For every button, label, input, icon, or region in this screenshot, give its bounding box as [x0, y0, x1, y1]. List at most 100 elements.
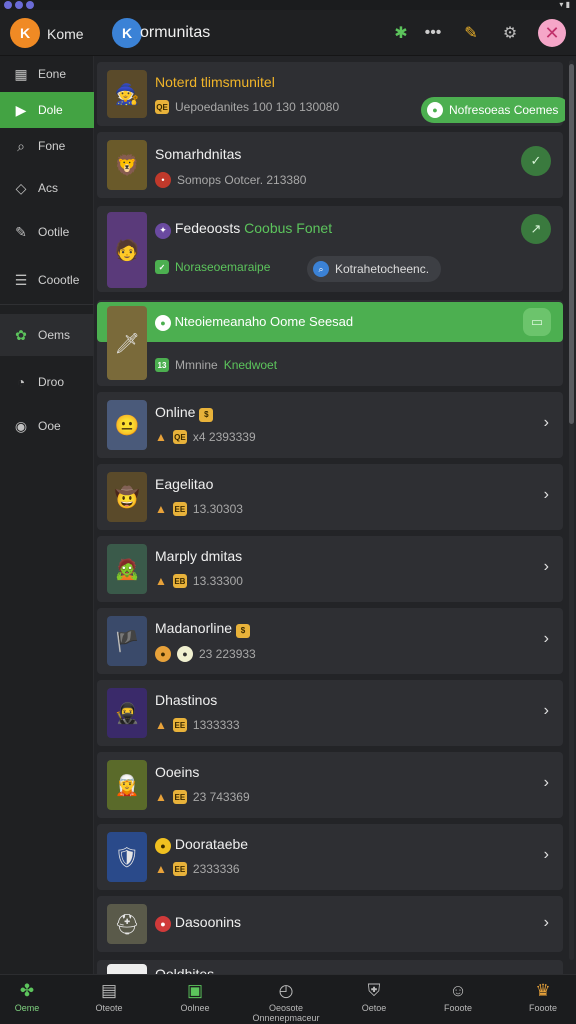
nav-item-home[interactable]: ✤ Oeme [0, 981, 62, 1013]
game-meta-text: 23 743369 [192, 790, 250, 804]
alert-icon: ● [155, 916, 171, 932]
game-meta: ▲ EE 13.30303 [155, 502, 243, 516]
sidebar-item-coootle[interactable]: ☰ Coootle [0, 262, 94, 298]
tag-green: Noraseoemaraipe [175, 260, 271, 274]
nav-item-shield[interactable]: ⛨ Oetoe [339, 981, 409, 1013]
chevron-right-icon[interactable]: › [544, 630, 549, 648]
chat-icon[interactable]: ▭ [523, 308, 551, 336]
game-badge: EE [172, 862, 187, 876]
home-label[interactable]: Kome [47, 26, 84, 42]
status-indicators [4, 1, 34, 9]
featured-card-2[interactable]: 🦁 Somarhdnitas • Somops Ootcer. 213380 ✓ [97, 132, 563, 198]
magic-icon: ✦ [155, 222, 171, 239]
chevron-right-icon[interactable]: › [544, 846, 549, 864]
home-logo-icon[interactable]: K [10, 18, 40, 48]
nav-item-trophy[interactable]: ♛ Fooote [508, 981, 576, 1013]
game-meta-text: 23 223933 [199, 647, 256, 661]
game-meta-text: 1333333 [192, 718, 240, 732]
sidebar-item-label: Acs [38, 181, 59, 195]
sidebar-item-dole[interactable]: ▶ Dole [0, 92, 94, 128]
bottom-nav: ✤ Oeme ▤ Oteote ▣ Oolnee ◴ Oeosote Onnenepma… [0, 974, 576, 1024]
game-badge: EE [172, 502, 187, 516]
sidebar-item-droo[interactable]: ◔ Droo [0, 364, 94, 400]
sidebar-item-label: Fone [38, 139, 66, 153]
app-logo-icon: K [112, 18, 142, 48]
game-title-text: Madanorline [155, 620, 233, 636]
nav-item-speed[interactable]: ◴ Oeosote Onnenepmaceur [251, 981, 321, 1023]
chevron-right-icon[interactable]: › [544, 486, 549, 504]
chevron-right-icon[interactable]: › [544, 914, 549, 932]
notification-icon[interactable]: ✎ [460, 22, 482, 44]
sidebar-item-eone[interactable]: ▦ Eone [0, 56, 94, 92]
chevron-right-icon[interactable]: › [544, 558, 549, 576]
card-label-accent: Knedwoet [223, 358, 278, 372]
star-icon[interactable]: ✱ [390, 22, 412, 44]
game-avatar: 🥷 [107, 688, 147, 738]
game-badge: EE [172, 718, 187, 732]
featured-card-3[interactable]: 🧑 ✦ Fedeoosts Coobus Fonet ↗ ✓ Noraseoema… [97, 206, 563, 292]
card-meta-text: Uepoedanites 100 130 130080 [175, 100, 340, 114]
sidebar-item-games[interactable]: ✿ Oems [0, 314, 94, 356]
game-avatar: 😐 [107, 400, 147, 450]
card-meta: • Somops Ootcer. 213380 [155, 172, 306, 188]
fire-icon: ▲ [155, 718, 167, 732]
primary-action-button[interactable]: ● Nofresoeas Coemes [421, 97, 565, 123]
sidebar-item-ootile[interactable]: ✎ Ootile [0, 214, 94, 250]
arrow-icon[interactable]: ↗ [521, 214, 551, 244]
game-row-partial[interactable]: Ooldhites [97, 960, 563, 974]
band-text: Nteoiemeanaho Oome Seesad [174, 314, 354, 329]
sidebar-item-label: Eone [38, 67, 67, 81]
nav-item-image[interactable]: ▣ Oolnee [160, 981, 230, 1013]
dot-icon: • [155, 172, 171, 188]
featured-card-1[interactable]: 🧙 Noterd tlimsmunitel QE Uepoedanites 100… [97, 62, 565, 126]
game-row[interactable]: ⛑ ● Dasoonins › [97, 896, 563, 952]
sidebar-item-ooe[interactable]: ◉ Ooe [0, 408, 94, 444]
chevron-right-icon[interactable]: › [544, 702, 549, 720]
game-row[interactable]: 😐 Online $ ▲ QE x4 2393339 › [97, 392, 563, 458]
sidebar-item-label: Droo [38, 375, 65, 389]
sidebar-item-label: Coootle [38, 273, 80, 287]
game-avatar: 🧝 [107, 760, 147, 810]
pencil-icon: ✎ [15, 223, 27, 240]
coin-icon: ● [155, 838, 171, 854]
game-list: 🧙 Noterd tlimsmunitel QE Uepoedanites 100… [97, 60, 565, 974]
game-row[interactable]: 🧟 Marply dmitas ▲ EB 13.33300 › [97, 536, 563, 602]
game-row[interactable]: 🏴 Madanorline $ ● ● 23 223933 › [97, 608, 563, 674]
nav-item-calendar[interactable]: ▤ Oteote [74, 981, 144, 1013]
close-icon[interactable]: ✕ [538, 19, 566, 47]
tag-pill[interactable]: ⌕ Kotrahetocheenc. [307, 256, 442, 282]
chevron-right-icon[interactable]: › [544, 774, 549, 792]
chevron-right-icon[interactable]: › [544, 414, 549, 432]
sidebar-item-acs[interactable]: ◇ Acs [0, 170, 94, 206]
fire-icon: ▲ [155, 790, 167, 804]
speedometer-icon: ◴ [278, 981, 294, 1000]
nav-label: Oeme [14, 1003, 40, 1013]
game-row[interactable]: 🧝 Ooeins ▲ EE 23 743369 › [97, 752, 563, 818]
scrollbar-thumb[interactable] [569, 64, 574, 424]
featured-card-4[interactable]: 🗡 ● Nteoiemeanaho Oome Seesad ▭ 13 Mmnine… [97, 300, 563, 386]
badge-icon: ● [155, 315, 171, 331]
check-icon[interactable]: ✓ [521, 146, 551, 176]
game-meta: ▲ EE 2333336 [155, 862, 240, 876]
game-row[interactable]: 🤠 Eagelitao ▲ EE 13.30303 › [97, 464, 563, 530]
more-icon[interactable]: ••• [422, 22, 444, 44]
game-avatar: ⛑ [107, 904, 147, 944]
nav-label: Oetoe [361, 1003, 387, 1013]
nav-item-controller[interactable]: ☺ Fooote [423, 981, 493, 1013]
game-row[interactable]: 🛡 ● Doorataebe ▲ EE 2333336 › [97, 824, 563, 890]
status-bar: ▾ ▮ [0, 0, 576, 10]
nav-label: Oolnee [180, 1003, 210, 1013]
game-row[interactable]: 🥷 Dhastinos ▲ EE 1333333 › [97, 680, 563, 746]
game-title: ● Doorataebe [155, 836, 248, 854]
game-title: ● Dasoonins [155, 914, 241, 932]
sidebar-item-fone[interactable]: ⌕ Fone [0, 128, 94, 164]
settings-icon[interactable]: ⚙ [499, 22, 521, 44]
game-title-text: Dasoonins [174, 914, 242, 930]
fire-icon: ▲ [155, 862, 167, 876]
top-bar: K Kome K ormunitas ✱ ••• ✎ ⚙ ✕ [0, 10, 576, 56]
game-title-text: Doorataebe [174, 836, 249, 852]
coin-icon: $ [199, 407, 214, 422]
game-avatar: 🧙 [107, 70, 147, 118]
game-title: Marply dmitas [155, 548, 243, 564]
game-title: Ooeins [155, 764, 200, 780]
